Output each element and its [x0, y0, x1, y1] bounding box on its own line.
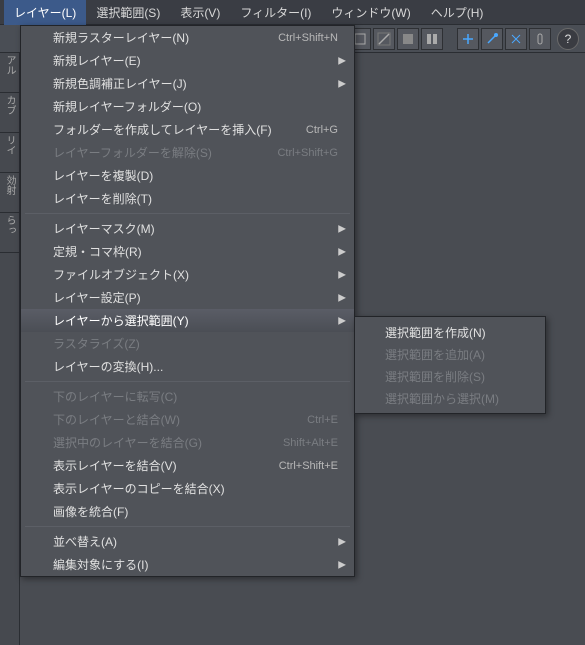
menu-item-label: レイヤー設定(P) — [53, 289, 338, 306]
tool-icon-2[interactable] — [373, 28, 395, 50]
menu-item-label: ファイルオブジェクト(X) — [53, 266, 338, 283]
menu-item-shortcut: Ctrl+G — [306, 124, 338, 136]
menu-item-label: ラスタライズ(Z) — [53, 335, 338, 352]
layer-menu: 新規ラスターレイヤー(N)Ctrl+Shift+N新規レイヤー(E)▶新規色調補… — [20, 25, 355, 577]
menu-item-label: 新規ラスターレイヤー(N) — [53, 29, 278, 46]
sidebar-tab-3[interactable]: 効射 — [0, 173, 19, 213]
sidebar-tab-2[interactable]: リイ — [0, 133, 19, 173]
left-panel: アルカブリイ効射らっ — [0, 53, 20, 645]
submenu-item-label: 選択範囲を削除(S) — [385, 368, 529, 385]
menu-item-24[interactable]: 並べ替え(A)▶ — [21, 530, 354, 553]
menu-item-label: 編集対象にする(I) — [53, 556, 338, 573]
menu-item-20[interactable]: 表示レイヤーを結合(V)Ctrl+Shift+E — [21, 454, 354, 477]
submenu-arrow-icon: ▶ — [338, 55, 346, 66]
menu-item-10[interactable]: 定規・コマ枠(R)▶ — [21, 240, 354, 263]
menu-item-label: フォルダーを作成してレイヤーを挿入(F) — [53, 121, 306, 138]
submenu-item-label: 選択範囲を作成(N) — [385, 324, 529, 341]
help-glyph: ? — [565, 32, 572, 46]
snap-icon-3[interactable] — [505, 28, 527, 50]
help-icon[interactable]: ? — [557, 28, 579, 50]
menu-item-label: レイヤーフォルダーを解除(S) — [53, 144, 277, 161]
menu-item-label: レイヤーマスク(M) — [53, 220, 338, 237]
layer-selection-submenu: 選択範囲を作成(N) 選択範囲を追加(A) 選択範囲を削除(S) 選択範囲から選択(M… — [354, 316, 546, 414]
menu-item-label: 表示レイヤーのコピーを結合(X) — [53, 480, 338, 497]
menu-item-7[interactable]: レイヤーを削除(T) — [21, 187, 354, 210]
menu-item-18: 下のレイヤーと結合(W)Ctrl+E — [21, 408, 354, 431]
menu-item-17: 下のレイヤーに転写(C) — [21, 385, 354, 408]
submenu-arrow-icon: ▶ — [338, 269, 346, 280]
menubar-item-1[interactable]: 選択範囲(S) — [86, 0, 170, 25]
menu-item-label: 表示レイヤーを結合(V) — [53, 457, 279, 474]
menubar: レイヤー(L)選択範囲(S)表示(V)フィルター(I)ウィンドウ(W)ヘルプ(H… — [0, 0, 585, 25]
menu-item-shortcut: Ctrl+Shift+N — [278, 32, 338, 44]
menu-item-3[interactable]: 新規レイヤーフォルダー(O) — [21, 95, 354, 118]
menu-item-5: レイヤーフォルダーを解除(S)Ctrl+Shift+G — [21, 141, 354, 164]
sidebar-tab-1[interactable]: カブ — [0, 93, 19, 133]
menu-item-14: ラスタライズ(Z) — [21, 332, 354, 355]
menu-item-shortcut: Shift+Alt+E — [283, 437, 338, 449]
menu-item-1[interactable]: 新規レイヤー(E)▶ — [21, 49, 354, 72]
menu-item-label: 新規レイヤーフォルダー(O) — [53, 98, 338, 115]
menubar-item-2[interactable]: 表示(V) — [170, 0, 230, 25]
menu-item-shortcut: Ctrl+Shift+E — [279, 460, 338, 472]
menu-separator — [25, 381, 350, 382]
snap-icon-1[interactable] — [457, 28, 479, 50]
menu-item-22[interactable]: 画像を統合(F) — [21, 500, 354, 523]
menu-item-25[interactable]: 編集対象にする(I)▶ — [21, 553, 354, 576]
menu-item-shortcut: Ctrl+Shift+G — [277, 147, 338, 159]
menu-separator — [25, 213, 350, 214]
menubar-item-5[interactable]: ヘルプ(H) — [421, 0, 494, 25]
submenu-item-label: 選択範囲から選択(M) — [385, 390, 529, 407]
sidebar-tab-0[interactable]: アル — [0, 53, 19, 93]
menu-item-19: 選択中のレイヤーを結合(G)Shift+Alt+E — [21, 431, 354, 454]
snap-icon-2[interactable] — [481, 28, 503, 50]
menu-item-shortcut: Ctrl+E — [307, 414, 338, 426]
submenu-arrow-icon: ▶ — [338, 315, 346, 326]
tool-icon-3[interactable] — [397, 28, 419, 50]
tool-icon-4[interactable] — [421, 28, 443, 50]
menu-item-label: 選択中のレイヤーを結合(G) — [53, 434, 283, 451]
menu-item-label: レイヤーを削除(T) — [53, 190, 338, 207]
submenu-arrow-icon: ▶ — [338, 246, 346, 257]
menu-item-label: レイヤーの変換(H)... — [53, 358, 338, 375]
menu-item-4[interactable]: フォルダーを作成してレイヤーを挿入(F)Ctrl+G — [21, 118, 354, 141]
menu-item-21[interactable]: 表示レイヤーのコピーを結合(X) — [21, 477, 354, 500]
submenu-arrow-icon: ▶ — [338, 559, 346, 570]
snap-icon-4[interactable] — [529, 28, 551, 50]
menubar-item-3[interactable]: フィルター(I) — [230, 0, 321, 25]
menu-item-label: 新規色調補正レイヤー(J) — [53, 75, 338, 92]
submenu-item-1: 選択範囲を追加(A) — [355, 343, 545, 365]
menu-item-6[interactable]: レイヤーを複製(D) — [21, 164, 354, 187]
menu-item-label: 並べ替え(A) — [53, 533, 338, 550]
submenu-arrow-icon: ▶ — [338, 78, 346, 89]
submenu-item-2: 選択範囲を削除(S) — [355, 365, 545, 387]
submenu-item-3: 選択範囲から選択(M) — [355, 387, 545, 409]
menu-item-2[interactable]: 新規色調補正レイヤー(J)▶ — [21, 72, 354, 95]
toolbar-right-group: ? — [349, 28, 579, 50]
menubar-item-0[interactable]: レイヤー(L) — [4, 0, 86, 25]
menu-item-label: 下のレイヤーと結合(W) — [53, 411, 307, 428]
menu-item-12[interactable]: レイヤー設定(P)▶ — [21, 286, 354, 309]
menubar-item-4[interactable]: ウィンドウ(W) — [321, 0, 420, 25]
submenu-item-label: 選択範囲を追加(A) — [385, 346, 529, 363]
submenu-item-0[interactable]: 選択範囲を作成(N) — [355, 321, 545, 343]
menu-item-9[interactable]: レイヤーマスク(M)▶ — [21, 217, 354, 240]
menu-item-label: 下のレイヤーに転写(C) — [53, 388, 338, 405]
submenu-arrow-icon: ▶ — [338, 536, 346, 547]
menu-item-15[interactable]: レイヤーの変換(H)... — [21, 355, 354, 378]
menu-separator — [25, 526, 350, 527]
menu-item-label: レイヤーから選択範囲(Y) — [53, 312, 338, 329]
submenu-arrow-icon: ▶ — [338, 292, 346, 303]
menu-item-label: 定規・コマ枠(R) — [53, 243, 338, 260]
menu-item-13[interactable]: レイヤーから選択範囲(Y)▶ — [21, 309, 354, 332]
menu-item-label: レイヤーを複製(D) — [53, 167, 338, 184]
menu-item-label: 新規レイヤー(E) — [53, 52, 338, 69]
menu-item-label: 画像を統合(F) — [53, 503, 338, 520]
menu-item-11[interactable]: ファイルオブジェクト(X)▶ — [21, 263, 354, 286]
menu-item-0[interactable]: 新規ラスターレイヤー(N)Ctrl+Shift+N — [21, 26, 354, 49]
submenu-arrow-icon: ▶ — [338, 223, 346, 234]
sidebar-tab-4[interactable]: らっ — [0, 213, 19, 253]
